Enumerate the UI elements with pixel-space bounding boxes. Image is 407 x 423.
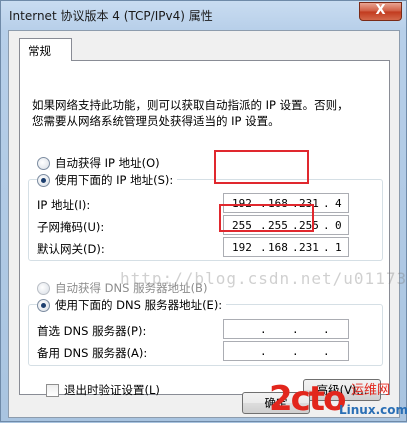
watermark-text: http://blog.csdn.net/u011733736 (120, 269, 407, 288)
ip-manual-radio[interactable] (37, 174, 50, 187)
dialog-window: Internet 协议版本 4 (TCP/IPv4) 属性 X 常规 如果网络支… (0, 0, 407, 422)
ip-manual-option[interactable]: 使用下面的 IP 地址(S): (37, 172, 178, 188)
ip-auto-label: 自动获得 IP 地址(O) (55, 156, 160, 170)
alternate-dns-input[interactable]: . . . (223, 341, 349, 361)
validate-on-exit-checkbox[interactable] (46, 384, 59, 397)
description-line-1: 如果网络支持此功能，则可以获取自动指派的 IP 设置。否则， (32, 98, 349, 112)
dns-manual-label: 使用下面的 DNS 服务器地址(E): (55, 298, 223, 312)
ip-address-label: IP 地址(I): (37, 198, 91, 212)
preferred-dns-input[interactable]: . . . (223, 319, 349, 339)
window-title: Internet 协议版本 4 (TCP/IPv4) 属性 (9, 9, 213, 23)
ip-auto-radio[interactable] (37, 157, 50, 170)
site-logo-sub-text: 运维网 (351, 383, 391, 398)
subnet-mask-input[interactable]: 255. 255. 255. 0 (223, 215, 349, 235)
subnet-mask-label: 子网掩码(U): (37, 220, 105, 234)
default-gateway-label: 默认网关(D): (37, 242, 105, 256)
site-logo-url-text: Linux.com (339, 403, 407, 417)
default-gateway-input[interactable]: 192. 168. 231. 1 (223, 237, 349, 257)
description-line-2: 您需要从网络系统管理员处获得适当的 IP 设置。 (32, 114, 280, 128)
tab-general[interactable]: 常规 (19, 38, 72, 61)
ip-address-input[interactable]: 192. 168. 231. 4 (223, 193, 349, 213)
site-logo-main-text: 2cto (269, 379, 346, 419)
dialog-client-area: 常规 如果网络支持此功能，则可以获取自动指派的 IP 设置。否则， 您需要从网络… (8, 30, 407, 418)
validate-on-exit-label: 退出时验证设置(L) (64, 383, 160, 397)
dns-manual-radio[interactable] (37, 299, 50, 312)
site-logo: 2cto 运维网 Linux.com (269, 377, 407, 423)
tab-panel-general: 如果网络支持此功能，则可以获取自动指派的 IP 设置。否则， 您需要从网络系统管… (19, 60, 407, 401)
dns-auto-radio[interactable] (37, 282, 50, 295)
dns-manual-option[interactable]: 使用下面的 DNS 服务器地址(E): (37, 297, 227, 313)
validate-on-exit-option[interactable]: 退出时验证设置(L) (46, 382, 160, 398)
description-text: 如果网络支持此功能，则可以获取自动指派的 IP 设置。否则， 您需要从网络系统管… (32, 97, 349, 129)
preferred-dns-label: 首选 DNS 服务器(P): (37, 324, 147, 338)
ip-auto-option[interactable]: 自动获得 IP 地址(O) (37, 155, 160, 171)
close-button[interactable]: X (359, 2, 402, 21)
title-bar[interactable]: Internet 协议版本 4 (TCP/IPv4) 属性 X (1, 1, 406, 29)
ip-manual-label: 使用下面的 IP 地址(S): (55, 173, 174, 187)
alternate-dns-label: 备用 DNS 服务器(A): (37, 346, 148, 360)
